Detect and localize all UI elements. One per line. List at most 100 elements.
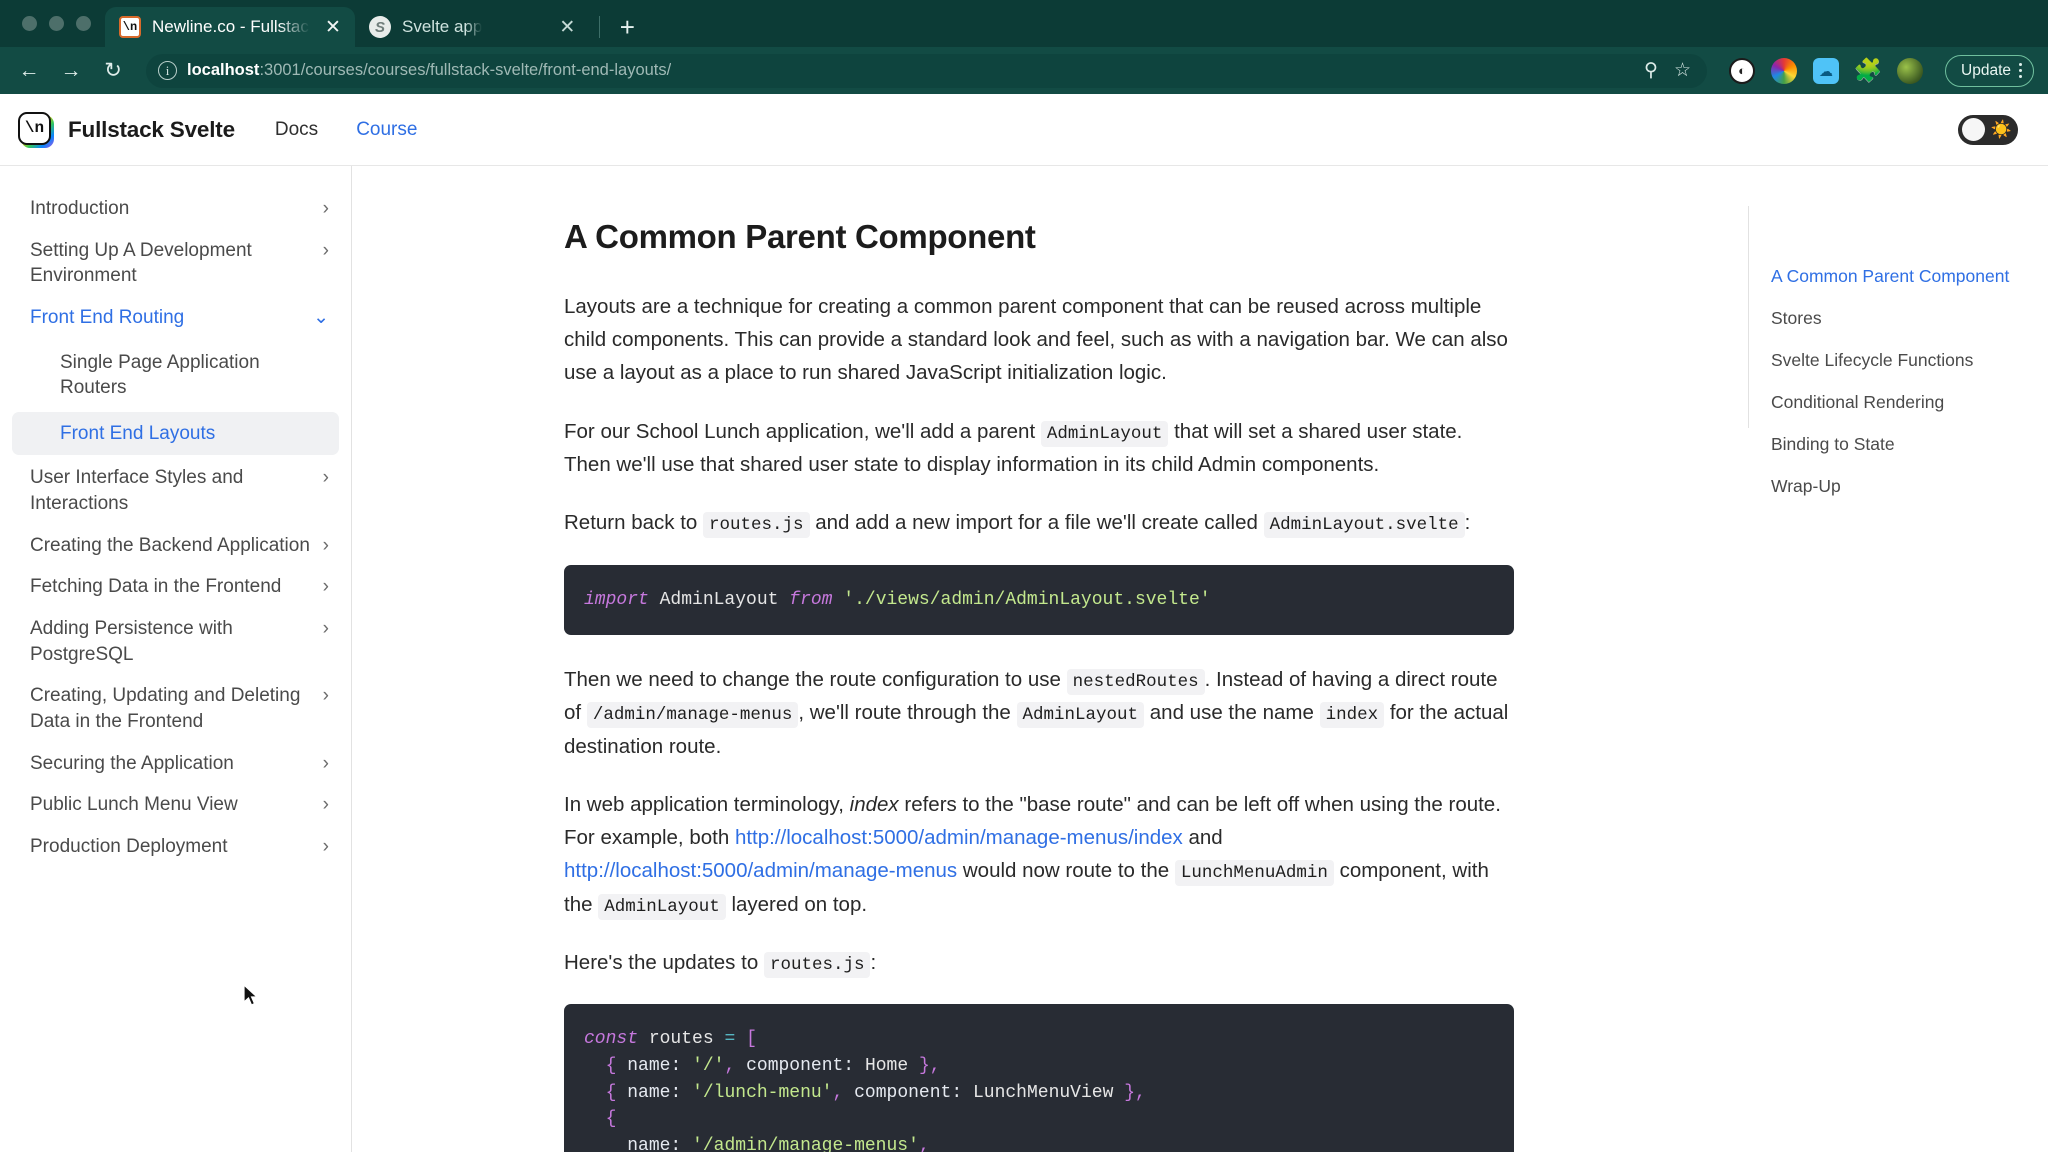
sidebar-item-public-lunch-menu-view[interactable]: Public Lunch Menu View ›: [0, 784, 351, 826]
inline-code-index: index: [1319, 702, 1385, 729]
browser-window: \n Newline.co - Fullstack Svelte C ✕ S S…: [0, 0, 2048, 1152]
p5-text-a: In web application terminology,: [564, 793, 844, 817]
close-icon[interactable]: ✕: [555, 15, 579, 39]
zoom-in-icon[interactable]: ⚲: [1644, 61, 1658, 80]
minimize-window-dot[interactable]: [49, 16, 64, 31]
theme-toggle[interactable]: ☀️: [1958, 114, 2018, 145]
brand-title[interactable]: Fullstack Svelte: [68, 117, 235, 143]
chevron-right-icon: ›: [322, 576, 329, 598]
p4-text-c: , we'll route through the: [798, 701, 1011, 725]
chevron-right-icon: ›: [322, 685, 329, 707]
toc-item-wrap-up[interactable]: Wrap-Up: [1771, 476, 2048, 497]
sidebar-item-creating-the-backend-application[interactable]: Creating the Backend Application ›: [0, 525, 351, 567]
browser-tab-svelte[interactable]: S Svelte app ✕: [355, 7, 589, 47]
p6-text-a: Here's the updates to: [564, 951, 759, 975]
site-info-icon[interactable]: i: [158, 61, 177, 80]
chevron-right-icon: ›: [322, 835, 329, 857]
chevron-right-icon: ›: [322, 618, 329, 640]
link-manage-menus[interactable]: http://localhost:5000/admin/manage-menus: [564, 859, 957, 882]
page-title: A Common Parent Component: [564, 218, 1036, 255]
address-bar[interactable]: i localhost:3001/courses/courses/fullsta…: [146, 53, 1708, 88]
browser-tab-active[interactable]: \n Newline.co - Fullstack Svelte C ✕: [105, 7, 355, 47]
dark-reader-icon[interactable]: ◐: [1729, 57, 1756, 84]
sidebar-subitem-single-page-application-routers[interactable]: Single Page Application Routers: [12, 341, 339, 410]
p2-text-a: For our School Lunch application, we'll …: [564, 419, 1036, 443]
code-keyword-import: import: [584, 589, 649, 610]
maximize-window-dot[interactable]: [76, 16, 91, 31]
paragraph-2: For our School Lunch application, we'll …: [564, 415, 1514, 482]
tab-strip: \n Newline.co - Fullstack Svelte C ✕ S S…: [0, 0, 2048, 47]
p5-text-d: would now route to the: [962, 859, 1170, 883]
reload-icon[interactable]: ↻: [94, 52, 132, 90]
emphasis-index: index: [849, 793, 899, 817]
toc-item-a-common-parent-component[interactable]: A Common Parent Component: [1771, 266, 2048, 287]
sidebar-item-adding-persistence-with-postgresql[interactable]: Adding Persistence with PostgreSQL ›: [0, 608, 351, 675]
inline-code-adminlayout: AdminLayout: [1040, 420, 1169, 447]
nav-course[interactable]: Course: [356, 119, 417, 141]
site-header: \n Fullstack Svelte Docs Course ☀️: [0, 94, 2048, 166]
sidebar-item-label: Securing the Application: [30, 752, 234, 774]
table-of-contents: A Common Parent Component Stores Svelte …: [1748, 206, 2048, 496]
sidebar-item-user-interface-styles-and-interactions[interactable]: User Interface Styles and Interactions ›: [0, 457, 351, 524]
toc-item-svelte-lifecycle-functions[interactable]: Svelte Lifecycle Functions: [1771, 350, 2048, 371]
p4-text-d: and use the name: [1149, 701, 1314, 725]
code-block-routes: const routes = [ { name: '/', component:…: [564, 1004, 1514, 1152]
sidebar-item-label: User Interface Styles and Interactions: [30, 467, 244, 515]
sidebar-item-label: Front End Routing: [30, 306, 185, 328]
sidebar-item-introduction[interactable]: Introduction ›: [0, 188, 351, 230]
new-tab-button[interactable]: +: [610, 10, 644, 44]
toggle-knob: [1962, 118, 1985, 141]
paragraph-1: Layouts are a technique for creating a c…: [564, 290, 1514, 390]
chevron-right-icon: ›: [322, 467, 329, 489]
extension-icons: ◐ ☁ 🧩: [1711, 57, 1924, 84]
code-string-path: './views/admin/AdminLayout.svelte': [843, 589, 1211, 610]
bookmark-star-icon[interactable]: ☆: [1674, 61, 1691, 80]
sidebar-item-securing-the-application[interactable]: Securing the Application ›: [0, 743, 351, 785]
tab-title: Newline.co - Fullstack Svelte C: [152, 17, 310, 36]
newline-logo-icon: \n: [119, 16, 141, 38]
paragraph-5: In web application terminology, index re…: [564, 788, 1514, 921]
toc-item-stores[interactable]: Stores: [1771, 308, 2048, 329]
page-viewport: \n Fullstack Svelte Docs Course ☀️ Intro…: [0, 94, 2048, 1152]
extensions-puzzle-icon[interactable]: 🧩: [1854, 58, 1883, 84]
chevron-down-icon: ⌄: [313, 306, 329, 328]
inline-code-routes-js-2: routes.js: [763, 952, 871, 979]
forward-icon[interactable]: →: [52, 52, 90, 90]
color-picker-icon[interactable]: [1771, 57, 1798, 84]
nav-docs[interactable]: Docs: [275, 119, 318, 141]
code-block-import: import AdminLayout from './views/admin/A…: [564, 564, 1514, 636]
sidebar-item-label: Creating the Backend Application: [30, 534, 310, 556]
sidebar-item-label: Introduction: [30, 198, 130, 219]
code-identifier-adminlayout: AdminLayout: [659, 589, 779, 610]
back-icon[interactable]: ←: [10, 52, 48, 90]
link-manage-menus-index[interactable]: http://localhost:5000/admin/manage-menus…: [735, 826, 1183, 849]
url-text: localhost:3001/courses/courses/fullstack…: [187, 61, 671, 80]
sidebar-item-label: Fetching Data in the Frontend: [30, 576, 282, 598]
profile-avatar[interactable]: [1897, 57, 1924, 84]
toc-item-conditional-rendering[interactable]: Conditional Rendering: [1771, 392, 2048, 413]
sidebar-item-production-deployment[interactable]: Production Deployment ›: [0, 826, 351, 868]
window-controls[interactable]: [10, 0, 105, 47]
close-icon[interactable]: ✕: [321, 15, 345, 39]
chrome-menu-icon[interactable]: [2019, 63, 2022, 78]
inline-code-admin-manage-menus: /admin/manage-menus: [586, 702, 799, 729]
inline-code-lunchmenuadmin: LunchMenuAdmin: [1174, 860, 1334, 887]
update-button[interactable]: Update: [1945, 54, 2034, 87]
sidebar-item-creating-updating-and-deleting-data-in-the-frontend[interactable]: Creating, Updating and Deleting Data in …: [0, 675, 351, 742]
p6-text-b: :: [870, 951, 877, 975]
site-logo[interactable]: \n: [18, 111, 54, 148]
inline-code-routes-js: routes.js: [703, 512, 810, 539]
sidebar-item-label: Creating, Updating and Deleting Data in …: [30, 685, 301, 732]
main-content: A Common Parent Component Layouts are a …: [352, 166, 1748, 1152]
sidebar-subitem-front-end-layouts[interactable]: Front End Layouts: [12, 411, 339, 456]
inline-code-adminlayout-svelte: AdminLayout.svelte: [1263, 512, 1465, 539]
svelte-logo-icon: S: [369, 16, 391, 38]
close-window-dot[interactable]: [22, 16, 37, 31]
p5-text-c: and: [1188, 826, 1223, 850]
sidebar-item-fetching-data-in-the-frontend[interactable]: Fetching Data in the Frontend ›: [0, 566, 351, 608]
sidebar-item-setting-up-a-development-environment[interactable]: Setting Up A Development Environment ›: [0, 230, 351, 297]
sidebar-item-front-end-routing[interactable]: Front End Routing ⌄: [0, 297, 351, 339]
url-host: localhost: [187, 61, 260, 79]
toc-item-binding-to-state[interactable]: Binding to State: [1771, 434, 2048, 455]
cloud-save-icon[interactable]: ☁: [1813, 57, 1840, 84]
